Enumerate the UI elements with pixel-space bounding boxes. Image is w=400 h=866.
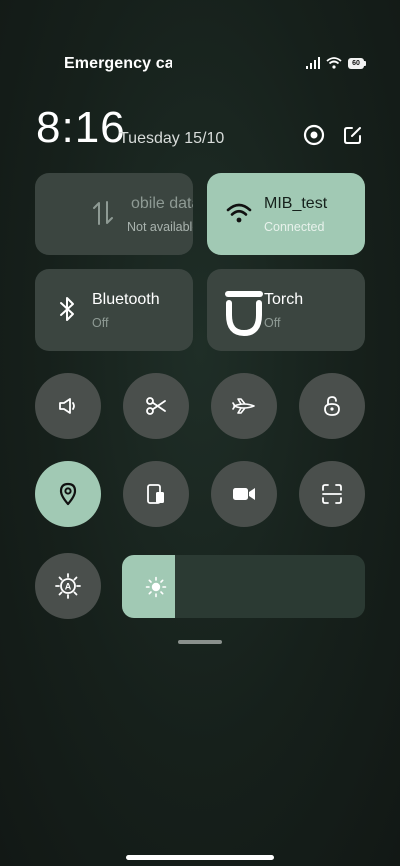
edit-button[interactable]	[341, 123, 365, 147]
screenshot-toggle[interactable]	[123, 373, 189, 439]
mobile-data-status: Not available	[127, 220, 193, 234]
device-toggle[interactable]	[123, 461, 189, 527]
mobile-data-icon	[87, 197, 119, 229]
edit-icon	[344, 127, 361, 144]
torch-status: Off	[264, 316, 281, 330]
target-icon	[303, 124, 325, 146]
date-label: Tuesday 15/10	[119, 130, 225, 147]
auto-brightness-icon: A	[55, 573, 81, 599]
wifi-network-name: MIB_test	[264, 195, 328, 212]
sun-icon	[144, 575, 168, 599]
svg-text:A: A	[65, 582, 72, 592]
wifi-status: Connected	[264, 220, 325, 234]
tile-wifi[interactable]: MIB_test Connected	[207, 173, 365, 255]
battery-icon: 60	[348, 57, 366, 69]
scan-icon	[322, 484, 342, 504]
tile-torch[interactable]: Torch Off	[207, 269, 365, 351]
rotation-lock-icon	[324, 396, 340, 416]
scanner-toggle[interactable]	[299, 461, 365, 527]
torch-title: Torch	[264, 291, 304, 308]
signal-icon	[306, 57, 320, 69]
rotation-lock-toggle[interactable]	[299, 373, 365, 439]
screen-record-toggle[interactable]	[211, 461, 277, 527]
tile-mobile-data[interactable]: obile data Not available	[35, 173, 193, 255]
location-toggle[interactable]	[35, 461, 101, 527]
panel-handle[interactable]	[178, 640, 222, 644]
bluetooth-title: Bluetooth	[92, 291, 160, 308]
wifi-status-icon	[326, 57, 342, 69]
bluetooth-status: Off	[92, 316, 109, 330]
scissors-icon	[146, 397, 166, 415]
home-indicator[interactable]	[126, 855, 274, 860]
bluetooth-icon	[51, 293, 83, 325]
sound-toggle[interactable]	[35, 373, 101, 439]
wifi-icon	[223, 197, 255, 229]
clock: 8:16	[36, 103, 126, 152]
carrier-status: Emergency calls only	[64, 55, 172, 72]
settings-button[interactable]	[301, 122, 327, 148]
brightness-slider[interactable]	[122, 555, 365, 618]
status-icons: 60	[306, 56, 366, 70]
airplane-icon	[232, 398, 255, 414]
device-icon	[147, 484, 164, 504]
auto-brightness-toggle[interactable]: A	[35, 553, 101, 619]
speaker-icon	[59, 398, 75, 414]
airplane-toggle[interactable]	[211, 373, 277, 439]
location-icon	[59, 482, 77, 506]
video-camera-icon	[233, 488, 255, 500]
tile-bluetooth[interactable]: Bluetooth Off	[35, 269, 193, 351]
mobile-data-title: obile data	[131, 195, 193, 212]
